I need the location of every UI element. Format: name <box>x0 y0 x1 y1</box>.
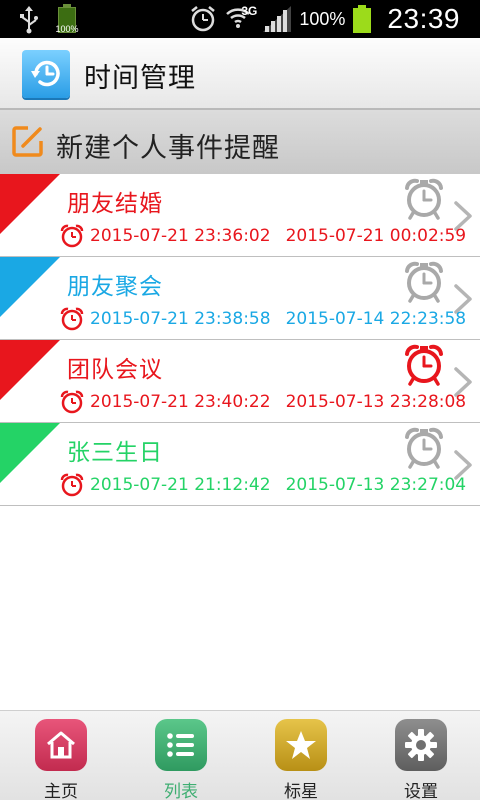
battery-icon <box>353 5 372 33</box>
event-remind-time: 2015-07-13 23:27:04 <box>285 475 467 495</box>
event-list-item[interactable]: 朋友结婚 2015-07-21 23:36:02 2015-07-21 00:02:… <box>0 174 480 257</box>
event-list-item[interactable]: 朋友聚会 2015-07-21 23:38:58 2015-07-14 22:23:… <box>0 257 480 340</box>
alarm-clock-icon[interactable] <box>404 178 444 220</box>
battery-percent: 100% <box>299 8 346 29</box>
alarm-clock-icon[interactable] <box>404 344 444 386</box>
small-alarm-icon <box>60 390 84 414</box>
color-tag-corner <box>0 257 60 317</box>
nav-starred[interactable]: 标星 <box>264 719 344 800</box>
wifi-3g-icon: 3G <box>225 4 258 34</box>
battery-small-percent: 100% <box>55 24 79 34</box>
event-remind-time: 2015-07-21 00:02:59 <box>285 226 467 246</box>
new-reminder-label: 新建个人事件提醒 <box>56 133 280 164</box>
nav-settings-label: 设置 <box>404 782 438 800</box>
status-clock: 23:39 <box>387 3 460 34</box>
event-times: 2015-07-21 23:40:22 2015-07-13 23:28:08 <box>60 390 466 414</box>
event-start-time: 2015-07-21 21:12:42 <box>90 475 271 495</box>
small-alarm-icon <box>60 307 84 331</box>
event-title: 朋友结婚 <box>67 191 163 217</box>
event-times: 2015-07-21 23:36:02 2015-07-21 00:02:59 <box>60 224 466 248</box>
nav-settings[interactable]: 设置 <box>384 719 464 800</box>
star-icon <box>275 719 327 771</box>
page-title: 时间管理 <box>84 63 196 94</box>
event-times: 2015-07-21 23:38:58 2015-07-14 22:23:58 <box>60 307 466 331</box>
usb-icon <box>18 6 40 34</box>
bottom-nav: 主页 列表 标星 设置 <box>0 710 480 800</box>
clock-history-icon[interactable] <box>22 50 70 98</box>
status-bar: 100% 3G 100% 23:39 <box>0 0 480 38</box>
edit-square-icon <box>12 126 43 157</box>
app-header: 时间管理 <box>0 38 480 110</box>
color-tag-corner <box>0 174 60 234</box>
new-reminder-button[interactable]: 新建个人事件提醒 <box>0 110 480 174</box>
event-times: 2015-07-21 21:12:42 2015-07-13 23:27:04 <box>60 473 466 497</box>
nav-list[interactable]: 列表 <box>144 719 224 800</box>
nav-starred-label: 标星 <box>284 782 318 800</box>
event-remind-time: 2015-07-14 22:23:58 <box>285 309 467 329</box>
nav-home-label: 主页 <box>44 782 78 800</box>
app-root: 100% 3G 100% 23:39 时间管理 新建个人事件提醒 朋友结婚 20… <box>0 0 480 800</box>
battery-charging-icon: 100% <box>54 4 80 36</box>
gear-icon <box>395 719 447 771</box>
event-start-time: 2015-07-21 23:38:58 <box>90 309 271 329</box>
event-start-time: 2015-07-21 23:40:22 <box>90 392 271 412</box>
event-list-item[interactable]: 张三生日 2015-07-21 21:12:42 2015-07-13 23:27:… <box>0 423 480 506</box>
status-left: 100% <box>18 4 80 36</box>
network-type-label: 3G <box>241 4 258 18</box>
small-alarm-icon <box>60 224 84 248</box>
alarm-clock-icon[interactable] <box>404 261 444 303</box>
small-alarm-icon <box>60 473 84 497</box>
list-icon <box>155 719 207 771</box>
status-right: 3G 100% 23:39 <box>189 0 460 38</box>
event-title: 团队会议 <box>67 357 163 383</box>
nav-home[interactable]: 主页 <box>24 719 104 800</box>
event-start-time: 2015-07-21 23:36:02 <box>90 226 271 246</box>
color-tag-corner <box>0 423 60 483</box>
event-remind-time: 2015-07-13 23:28:08 <box>285 392 467 412</box>
event-list: 朋友结婚 2015-07-21 23:36:02 2015-07-21 00:02:… <box>0 174 480 506</box>
alarm-status-icon <box>191 6 216 32</box>
color-tag-corner <box>0 340 60 400</box>
event-title: 张三生日 <box>67 440 163 466</box>
event-list-item[interactable]: 团队会议 2015-07-21 23:40:22 2015-07-13 23:28:… <box>0 340 480 423</box>
alarm-clock-icon[interactable] <box>404 427 444 469</box>
signal-icon <box>263 6 292 32</box>
home-icon <box>35 719 87 771</box>
nav-list-label: 列表 <box>164 782 198 800</box>
event-title: 朋友聚会 <box>67 274 163 300</box>
